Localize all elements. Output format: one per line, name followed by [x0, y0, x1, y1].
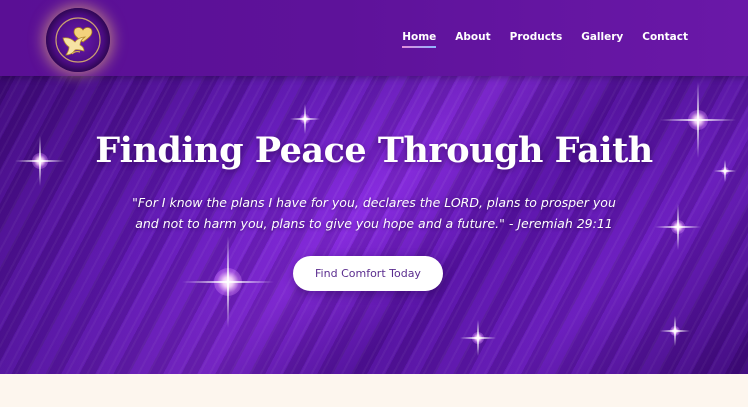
hero-scripture-quote: "For I know the plans I have for you, de… — [132, 195, 616, 231]
nav-item-contact[interactable]: Contact — [642, 31, 688, 43]
dove-heart-emblem-icon — [55, 17, 101, 63]
page: Home About Products Gallery Contact Find… — [0, 0, 748, 407]
main-nav: Home About Products Gallery Contact — [383, 31, 688, 48]
hero-title: Finding Peace Through Faith — [95, 130, 653, 171]
hero-section: Finding Peace Through Faith "For I know … — [0, 76, 748, 374]
next-section — [0, 374, 748, 407]
nav-item-products[interactable]: Products — [510, 31, 563, 43]
nav-item-gallery[interactable]: Gallery — [581, 31, 623, 43]
nav-item-home[interactable]: Home — [402, 31, 437, 48]
site-logo[interactable] — [46, 8, 110, 72]
nav-item-about[interactable]: About — [455, 31, 490, 43]
find-comfort-button[interactable]: Find Comfort Today — [293, 256, 443, 291]
site-header: Home About Products Gallery Contact — [0, 0, 748, 76]
